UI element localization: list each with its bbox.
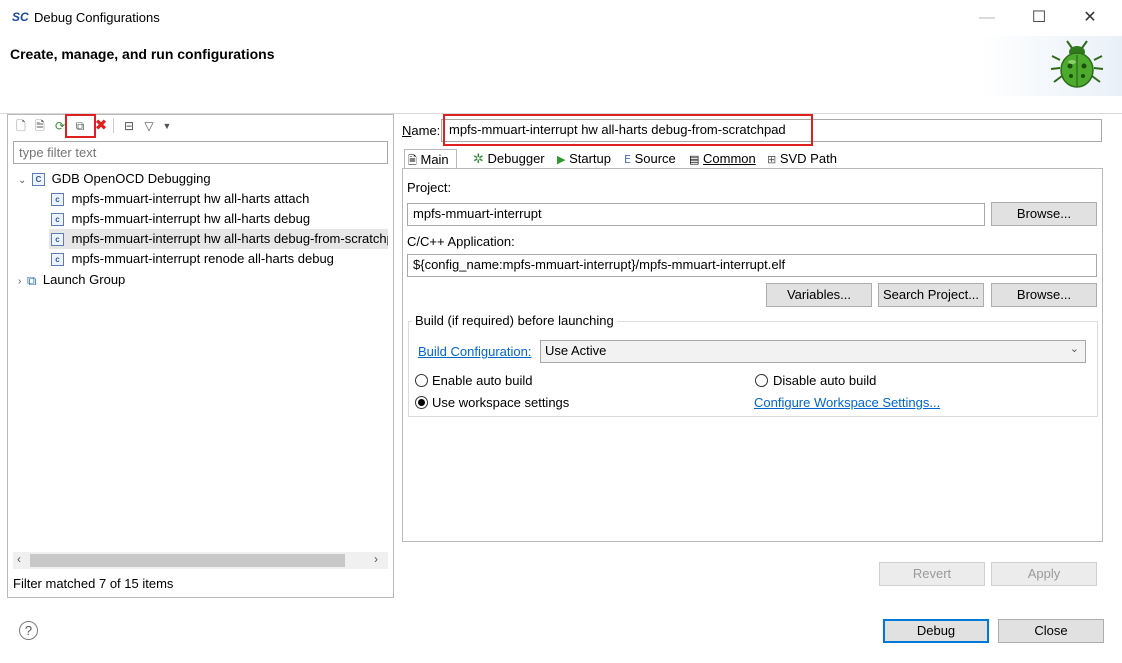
tree-item-renode[interactable]: c mpfs-mmuart-interrupt renode all-harts… — [51, 249, 334, 269]
variables-button[interactable]: Variables... — [766, 283, 872, 307]
project-label: Project: — [407, 180, 452, 195]
debugger-bug-icon: ✲ — [473, 151, 484, 166]
app-logo: SC — [12, 10, 29, 24]
collapse-all-icon[interactable]: ⊟ — [121, 118, 137, 134]
enable-auto-build-radio[interactable] — [415, 374, 428, 387]
new-config-icon[interactable]: 🗋 — [13, 118, 29, 134]
tree-item-label: Launch Group — [42, 272, 126, 287]
window-title: Debug Configurations — [34, 10, 160, 25]
common-icon: ▤ — [689, 154, 700, 166]
tree-item-label: mpfs-mmuart-interrupt hw all-harts attac… — [71, 191, 310, 206]
toolbar-divider — [113, 118, 114, 133]
application-label: C/C++ Application: — [407, 234, 515, 249]
scroll-right-icon[interactable]: › — [374, 552, 378, 566]
build-configuration-select[interactable]: Use Active ⌄ — [540, 340, 1086, 363]
filter-input[interactable] — [13, 141, 388, 164]
startup-play-icon: ▶ — [557, 154, 566, 166]
new-prototype-icon[interactable]: 🗎 — [32, 118, 48, 134]
project-browse-button[interactable]: Browse... — [991, 202, 1097, 226]
bug-icon — [1050, 40, 1104, 88]
launch-group-icon: ⧉ — [26, 272, 37, 288]
delete-config-icon[interactable]: ✖ — [93, 118, 109, 134]
tree-item-label: mpfs-mmuart-interrupt hw all-harts debug — [71, 211, 311, 226]
config-type-icon: C — [32, 173, 46, 187]
disable-auto-build-label: Disable auto build — [773, 373, 877, 388]
build-configuration-link[interactable]: Build Configuration: — [418, 344, 531, 359]
config-icon: c — [51, 193, 64, 207]
application-browse-button[interactable]: Browse... — [991, 283, 1097, 307]
close-button[interactable]: Close — [998, 619, 1104, 643]
tree-item-launch-group[interactable]: › ⧉ Launch Group — [18, 270, 125, 290]
tree-item-debug-from-scratchpad[interactable]: c mpfs-mmuart-interrupt hw all-harts deb… — [49, 229, 388, 249]
chevron-down-icon[interactable]: ⌄ — [18, 175, 26, 186]
close-window-button[interactable]: ✕ — [1075, 6, 1105, 30]
revert-button[interactable]: Revert — [879, 562, 985, 586]
help-icon[interactable]: ? — [19, 621, 38, 640]
configure-workspace-link[interactable]: Configure Workspace Settings... — [754, 395, 940, 410]
tab-svd-path[interactable]: ⊞ SVD Path — [764, 149, 840, 169]
minimize-button[interactable]: — — [972, 6, 1002, 30]
project-field[interactable]: mpfs-mmuart-interrupt — [407, 203, 985, 226]
name-highlight — [443, 114, 813, 146]
page-title: Create, manage, and run configurations — [10, 46, 275, 62]
config-icon: c — [51, 233, 64, 247]
search-project-button[interactable]: Search Project... — [878, 283, 984, 307]
tree-item-label: mpfs-mmuart-interrupt renode all-harts d… — [71, 251, 334, 266]
tree-item-debug[interactable]: c mpfs-mmuart-interrupt hw all-harts deb… — [51, 209, 310, 229]
chevron-down-icon: ⌄ — [1069, 343, 1079, 355]
maximize-button[interactable]: ☐ — [1024, 6, 1054, 30]
svd-path-icon: ⊞ — [767, 154, 777, 166]
filter-menu-chevron-down-icon[interactable]: ▼ — [159, 118, 175, 134]
application-field[interactable]: ${config_name:mpfs-mmuart-interrupt}/mpf… — [407, 254, 1097, 277]
apply-button[interactable]: Apply — [991, 562, 1097, 586]
tab-source[interactable]: ⴹ Source — [621, 149, 679, 169]
filter-status: Filter matched 7 of 15 items — [13, 576, 174, 591]
debug-button[interactable]: Debug — [883, 619, 989, 643]
title-bar — [0, 0, 1122, 36]
use-workspace-label: Use workspace settings — [432, 395, 570, 410]
tree-item-label: mpfs-mmuart-interrupt hw all-harts debug… — [71, 231, 388, 246]
tab-common[interactable]: ▤ Common — [686, 149, 759, 169]
config-icon: c — [51, 253, 64, 267]
filter-icon[interactable]: ▽ — [141, 118, 157, 134]
name-label: Name: — [402, 123, 441, 138]
tab-debugger[interactable]: ✲ Debugger — [470, 149, 548, 169]
source-icon: ⴹ — [624, 154, 631, 166]
scroll-left-icon[interactable]: ‹ — [17, 552, 21, 566]
tab-startup[interactable]: ▶ Startup — [554, 149, 614, 169]
build-group-title: Build (if required) before launching — [412, 313, 617, 328]
tree-item-gdb-openocd[interactable]: ⌄ C GDB OpenOCD Debugging — [18, 169, 211, 189]
tree-item-attach[interactable]: c mpfs-mmuart-interrupt hw all-harts att… — [51, 189, 309, 209]
chevron-right-icon[interactable]: › — [18, 276, 21, 287]
duplicate-highlight — [65, 114, 96, 138]
main-tab-icon: 🗎 — [408, 155, 417, 167]
radio-selected-dot — [418, 399, 425, 406]
scrollbar-thumb[interactable] — [30, 554, 345, 567]
enable-auto-build-label: Enable auto build — [432, 373, 533, 388]
tree-item-label: GDB OpenOCD Debugging — [51, 171, 211, 186]
tab-main[interactable]: 🗎 Main — [404, 149, 457, 169]
disable-auto-build-radio[interactable] — [755, 374, 768, 387]
config-icon: c — [51, 213, 64, 227]
